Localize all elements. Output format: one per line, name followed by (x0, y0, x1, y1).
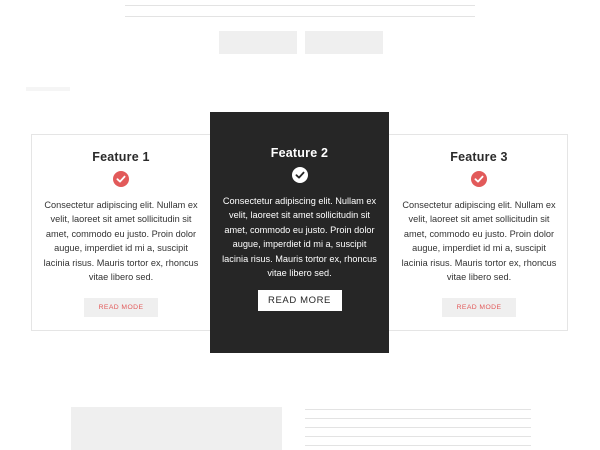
feature-title: Feature 1 (92, 150, 150, 164)
check-circle-icon (113, 171, 129, 187)
footer-block-placeholder (71, 407, 282, 450)
check-circle-icon (471, 171, 487, 187)
read-more-button[interactable]: READ MORE (257, 290, 342, 312)
feature-description: Consectetur adipiscing elit. Nullam ex v… (222, 196, 377, 279)
footer-line-1 (305, 409, 531, 410)
feature-title: Feature 3 (450, 150, 508, 164)
footer-line-2 (305, 418, 531, 419)
nav-button-placeholder-2[interactable] (305, 31, 383, 54)
feature-title: Feature 2 (270, 146, 329, 160)
section-label-placeholder (26, 87, 70, 91)
check-circle-icon (291, 167, 308, 183)
footer-line-3 (305, 427, 531, 428)
feature-description: Consectetur adipiscing elit. Nullam ex v… (401, 200, 557, 283)
read-more-button[interactable]: READ MODE (84, 298, 158, 318)
header-divider-bottom (125, 16, 475, 17)
feature-card-3: Feature 3 Consectetur adipiscing elit. N… (398, 150, 560, 318)
feature-description: Consectetur adipiscing elit. Nullam ex v… (43, 200, 199, 283)
header-divider-top (125, 5, 475, 6)
footer-line-5 (305, 445, 531, 446)
read-more-button[interactable]: READ MODE (442, 298, 516, 318)
feature-card-2: Feature 2 Consectetur adipiscing elit. N… (210, 112, 389, 353)
footer-line-4 (305, 436, 531, 437)
nav-button-placeholder-1[interactable] (219, 31, 297, 54)
feature-card-1: Feature 1 Consectetur adipiscing elit. N… (40, 150, 202, 318)
